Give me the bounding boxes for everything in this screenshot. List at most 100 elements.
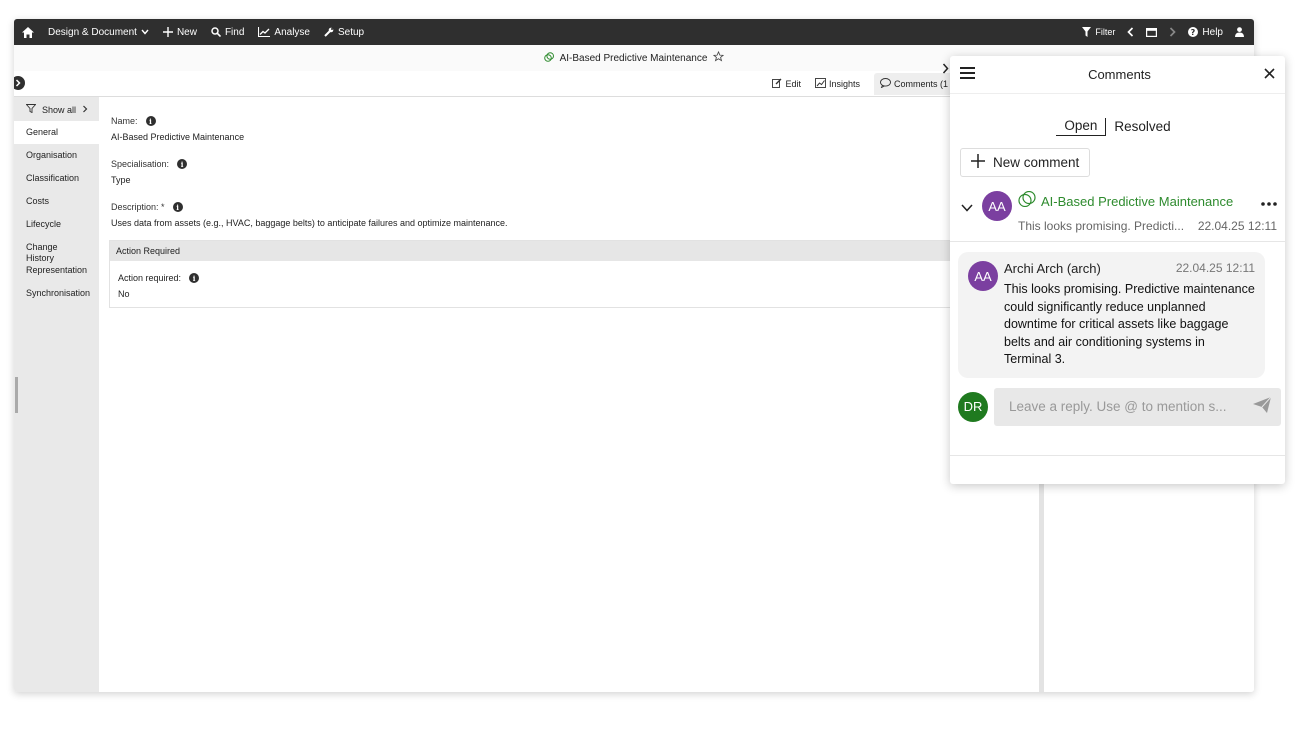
insights-icon (815, 77, 826, 90)
thread-preview: This looks promising. Predicti... (1018, 219, 1185, 233)
sidebar-item-lifecycle[interactable]: Lifecycle (14, 213, 99, 236)
find-menu[interactable]: Find (211, 27, 244, 38)
question-circle-icon: ? (1188, 27, 1199, 37)
rings-icon (1018, 190, 1036, 212)
filter-button[interactable]: Filter (1082, 27, 1115, 37)
insights-button[interactable]: Insights (815, 77, 860, 90)
message-text: This looks promising. Predictive mainten… (1004, 282, 1255, 366)
plus-icon (971, 154, 985, 171)
reply-row: DR Leave a reply. Use @ to mention s... (958, 387, 1281, 426)
forward-button[interactable] (1169, 27, 1177, 37)
description-field: Description: * i Uses data from assets (e… (99, 200, 1044, 228)
comments-title: Comments (1088, 67, 1151, 82)
action-required-section: Action Required Action required: i No (109, 240, 1034, 308)
message-author: Archi Arch (arch) (1004, 261, 1101, 276)
specialisation-value: Type (111, 175, 131, 185)
thread-title[interactable]: AI-Based Predictive Maintenance (1041, 194, 1256, 209)
thread-date: 22.04.25 12:11 (1197, 219, 1277, 233)
sidebar-item-classification[interactable]: Classification (14, 167, 99, 190)
send-icon[interactable] (1253, 396, 1272, 416)
specialisation-field: Specialisation: i Type (99, 157, 1044, 185)
reply-input[interactable]: Leave a reply. Use @ to mention s... (994, 387, 1281, 426)
search-icon (211, 27, 221, 37)
specialisation-label: Specialisation: (111, 159, 170, 169)
rings-icon (543, 51, 554, 65)
info-icon[interactable]: i (177, 159, 188, 169)
comment-message: AA Archi Arch (arch) 22.04.25 12:11 This… (958, 252, 1265, 378)
collapse-panel-button[interactable] (938, 60, 952, 76)
insights-label: Insights (828, 78, 860, 89)
svg-text:?: ? (1191, 28, 1196, 37)
new-label: New (176, 26, 197, 38)
description-label: Description: * (111, 202, 165, 212)
window-button[interactable] (1146, 27, 1158, 37)
info-icon[interactable]: i (145, 116, 156, 126)
sidebar-item-organisation[interactable]: Organisation (14, 144, 99, 167)
message-date: 22.04.25 12:11 (1175, 261, 1255, 275)
action-required-header: Action Required (110, 241, 1033, 261)
name-label: Name: (111, 116, 138, 126)
line-chart-icon (258, 27, 271, 37)
chevron-right-icon (15, 79, 21, 87)
sidebar-item-synchronisation[interactable]: Synchronisation (14, 282, 99, 305)
avatar: AA (982, 191, 1012, 221)
reply-placeholder: Leave a reply. Use @ to mention s... (1009, 399, 1227, 414)
action-required-value: No (118, 289, 130, 299)
analyse-menu[interactable]: Analyse (258, 27, 310, 38)
find-label: Find (224, 26, 245, 38)
section-sidebar: Show all General Organisation Classifica… (14, 97, 99, 692)
top-navigation-bar: Design & Document New Find Analyse Setup… (14, 19, 1254, 45)
object-title: AI-Based Predictive Maintenance (559, 52, 708, 64)
resize-grip[interactable] (15, 377, 18, 413)
user-icon (1235, 27, 1244, 37)
home-button[interactable] (22, 26, 34, 38)
setup-menu[interactable]: Setup (324, 27, 364, 38)
filter-outline-icon (25, 104, 37, 115)
comment-status-tabs: Open Resolved (950, 118, 1285, 136)
window-icon (1146, 27, 1158, 37)
comments-header: Comments (942, 56, 1285, 94)
expand-sidebar-button[interactable] (14, 76, 25, 90)
close-icon[interactable] (1264, 66, 1275, 84)
comments-label: Comments (1 (893, 78, 948, 89)
edit-icon (772, 78, 782, 90)
edit-label: Edit (785, 78, 801, 89)
user-button[interactable] (1235, 27, 1244, 37)
tab-resolved[interactable]: Resolved (1106, 119, 1178, 136)
chevron-down-icon[interactable] (958, 199, 976, 217)
menu-icon[interactable] (960, 66, 975, 84)
back-button[interactable] (1127, 27, 1134, 37)
help-button[interactable]: ? Help (1188, 27, 1223, 38)
filter-icon (1082, 27, 1092, 37)
show-all-label: Show all (42, 104, 77, 115)
analyse-label: Analyse (274, 26, 310, 38)
sidebar-item-change-history[interactable]: Change History (14, 236, 99, 263)
design-document-menu[interactable]: Design & Document (48, 27, 149, 38)
chevron-left-icon (1127, 27, 1134, 37)
description-value: Uses data from assets (e.g., HVAC, bagga… (111, 218, 508, 228)
sidebar-item-costs[interactable]: Costs (14, 190, 99, 213)
new-comment-button[interactable]: New comment (960, 148, 1091, 177)
comment-thread[interactable]: AA AI-Based Predictive Maintenance This … (950, 190, 1285, 242)
chevron-right-icon (82, 105, 88, 115)
show-all-button[interactable]: Show all (14, 100, 99, 121)
tab-open[interactable]: Open (1056, 118, 1106, 136)
filter-label: Filter (1095, 27, 1116, 37)
comments-panel: Comments Open Resolved New comment AA AI… (942, 56, 1285, 484)
more-options-icon[interactable] (1261, 193, 1277, 211)
general-section: Name: i AI-Based Predictive Maintenance S… (99, 97, 1044, 692)
info-icon[interactable]: i (189, 273, 200, 283)
edit-button[interactable]: Edit (772, 78, 801, 90)
chevron-right-icon (1169, 27, 1177, 37)
plus-icon (162, 27, 173, 37)
avatar: DR (958, 391, 988, 422)
new-comment-label: New comment (993, 155, 1080, 170)
info-icon[interactable]: i (172, 202, 183, 212)
help-label: Help (1202, 26, 1223, 38)
star-icon[interactable] (713, 50, 725, 65)
design-document-label: Design & Document (48, 26, 137, 38)
sidebar-item-general[interactable]: General (14, 121, 99, 144)
wrench-icon (324, 27, 334, 37)
new-menu[interactable]: New (162, 26, 197, 38)
action-required-label: Action required: (118, 273, 182, 283)
